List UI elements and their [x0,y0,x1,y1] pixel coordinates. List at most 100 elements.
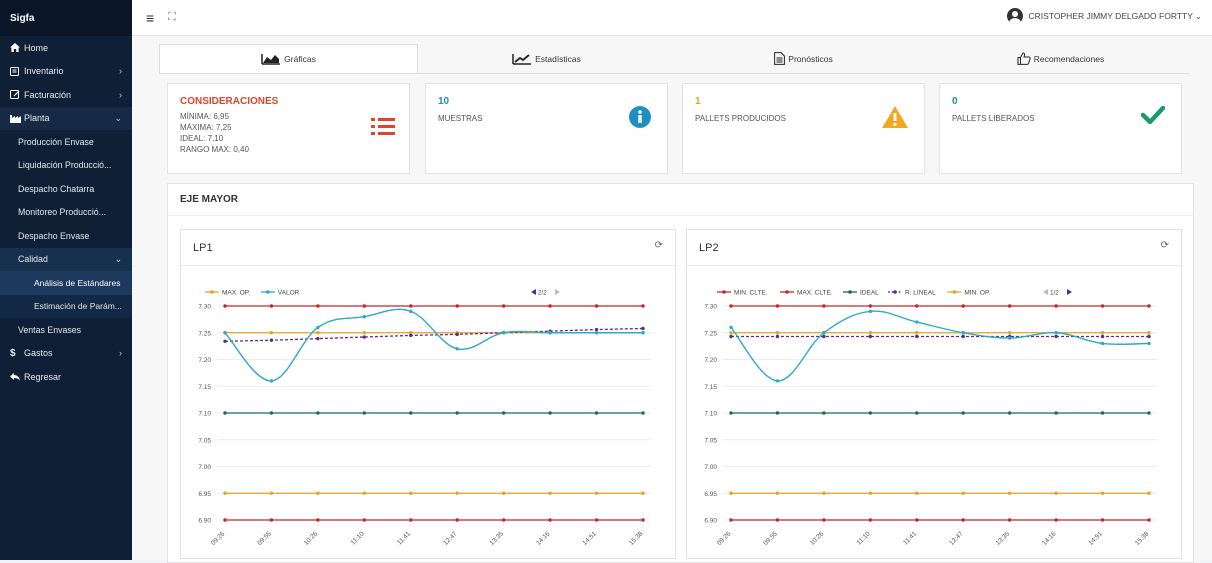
legend-prev-icon [1043,289,1048,295]
data-point [501,491,506,495]
data-point [269,331,274,335]
data-point [1147,491,1151,495]
planta-submenu: Producción Envase Liquidación Producció.… [0,130,132,342]
data-point [1100,331,1105,335]
sidebar-item-gastos[interactable]: $ Gastos › [0,342,132,366]
data-point [1007,304,1012,308]
chart-panel-lp1: LP1 ⟳ 7.30 7.25 7.20 7.15 7.10 7.05 7.00 6.95 6.… [180,229,676,559]
area-chart-icon [261,54,281,65]
y-tick-label: 7.25 [704,330,717,337]
series-line-valor [730,310,1150,382]
data-point [594,331,599,335]
x-tick-label: 14:51 [582,530,599,547]
data-point [729,325,733,330]
sidebar-item-inventario[interactable]: Inventario › [0,60,132,84]
tab-graficas[interactable]: Gráficas [159,44,418,73]
brand-logo[interactable]: Sigfa [0,0,132,36]
data-point [316,411,320,415]
y-tick-label: 7.00 [704,464,717,471]
data-point [915,304,919,308]
sidebar-item-ventas-envases[interactable]: Ventas Envases [0,318,132,342]
legend-marker [785,290,789,294]
legend-marker [266,290,270,294]
user-menu[interactable]: CRISTOPHER JIMMY DELGADO FORTTY ⌄ [1006,8,1202,24]
card-value: 10 [438,96,450,107]
refresh-icon[interactable]: ⟳ [1161,240,1169,251]
sidebar: Sigfa Home Inventario › Facturación › Pl… [0,0,132,560]
sidebar-item-calidad[interactable]: Calidad ⌄ [0,247,132,271]
fullscreen-icon[interactable]: ⛶ [168,11,176,24]
y-tick-label: 6.95 [704,491,717,498]
y-tick-label: 7.25 [198,330,211,337]
tab-recomendaciones[interactable]: Recomendaciones [932,44,1189,73]
tab-pronosticos[interactable]: Pronósticos [675,44,932,73]
data-point [1100,304,1105,308]
data-point [775,411,780,415]
y-tick-label: 7.00 [198,464,211,471]
data-point [641,491,645,495]
data-point [548,304,552,308]
data-point [594,491,599,495]
data-point [822,331,826,335]
sidebar-item-label: Planta [24,113,50,124]
x-tick-label: 14:16 [1041,530,1058,547]
x-tick-label: 12:47 [948,530,965,547]
x-tick-label: 13:35 [995,530,1012,547]
sidebar-item-liquidacion-produccion[interactable]: Liquidación Producció... [0,154,132,178]
sidebar-item-analisis-estandares[interactable]: Análisis de Estándares [0,271,132,295]
user-avatar-icon [1006,8,1023,24]
data-point [822,334,826,339]
sidebar-item-monitoreo-produccion[interactable]: Monitoreo Producció... [0,201,132,225]
data-point [961,491,965,495]
sidebar-item-produccion-envase[interactable]: Producción Envase [0,130,132,154]
data-point [362,518,367,522]
data-point [409,309,413,314]
book-icon [10,66,24,76]
data-point [1147,411,1151,415]
data-point [455,491,459,495]
data-point [775,331,780,335]
x-tick-label: 15:38 [628,530,645,547]
chevron-down-icon: ⌄ [114,253,122,264]
card-line: MÁXIMA: 7,25 [180,123,232,132]
data-point [868,334,873,339]
data-point [316,304,320,308]
x-tick-label: 09:55 [256,530,273,547]
legend-page: 1/2 [1050,289,1059,296]
major-axis-section: EJE MAYOR LP1 ⟳ 7.30 7.25 7.20 7.15 7.10 7.05… [167,183,1194,563]
x-tick-label: 12:47 [442,530,459,547]
section-title: EJE MAYOR [168,184,1193,216]
sidebar-item-facturacion[interactable]: Facturación › [0,83,132,107]
data-point [961,518,965,522]
refresh-icon[interactable]: ⟳ [655,240,663,251]
data-point [961,411,965,415]
sidebar-item-despacho-chatarra[interactable]: Despacho Chatarra [0,177,132,201]
data-point [548,331,552,335]
y-tick-label: 7.05 [198,437,211,444]
data-point [316,331,320,335]
sidebar-item-despacho-envase[interactable]: Despacho Envase [0,224,132,248]
data-point [729,411,733,415]
data-point [501,518,506,522]
data-point [641,518,645,522]
sidebar-item-estimacion-parametros[interactable]: Estimación de Parám... [0,295,132,319]
x-tick-label: 09:55 [762,530,779,547]
calidad-submenu: Análisis de Estándares Estimación de Par… [0,271,132,318]
data-point [822,518,826,522]
x-tick-label: 11:41 [902,530,918,546]
data-point [1100,341,1105,346]
sidebar-item-home[interactable]: Home [0,36,132,60]
card-title: CONSIDERACIONES [180,96,279,107]
data-point [1147,334,1151,339]
data-point [775,379,780,383]
data-point [1147,518,1151,522]
data-point [455,304,459,308]
data-point [501,304,506,308]
tab-estadisticas[interactable]: Estadísticas [418,44,675,73]
data-point [455,518,459,522]
hamburger-menu-icon[interactable]: ≡ [146,10,154,26]
data-point [1054,518,1058,522]
sidebar-item-planta[interactable]: Planta ⌄ [0,106,132,130]
sidebar-item-regresar[interactable]: Regresar [0,365,132,389]
data-point [1054,491,1058,495]
